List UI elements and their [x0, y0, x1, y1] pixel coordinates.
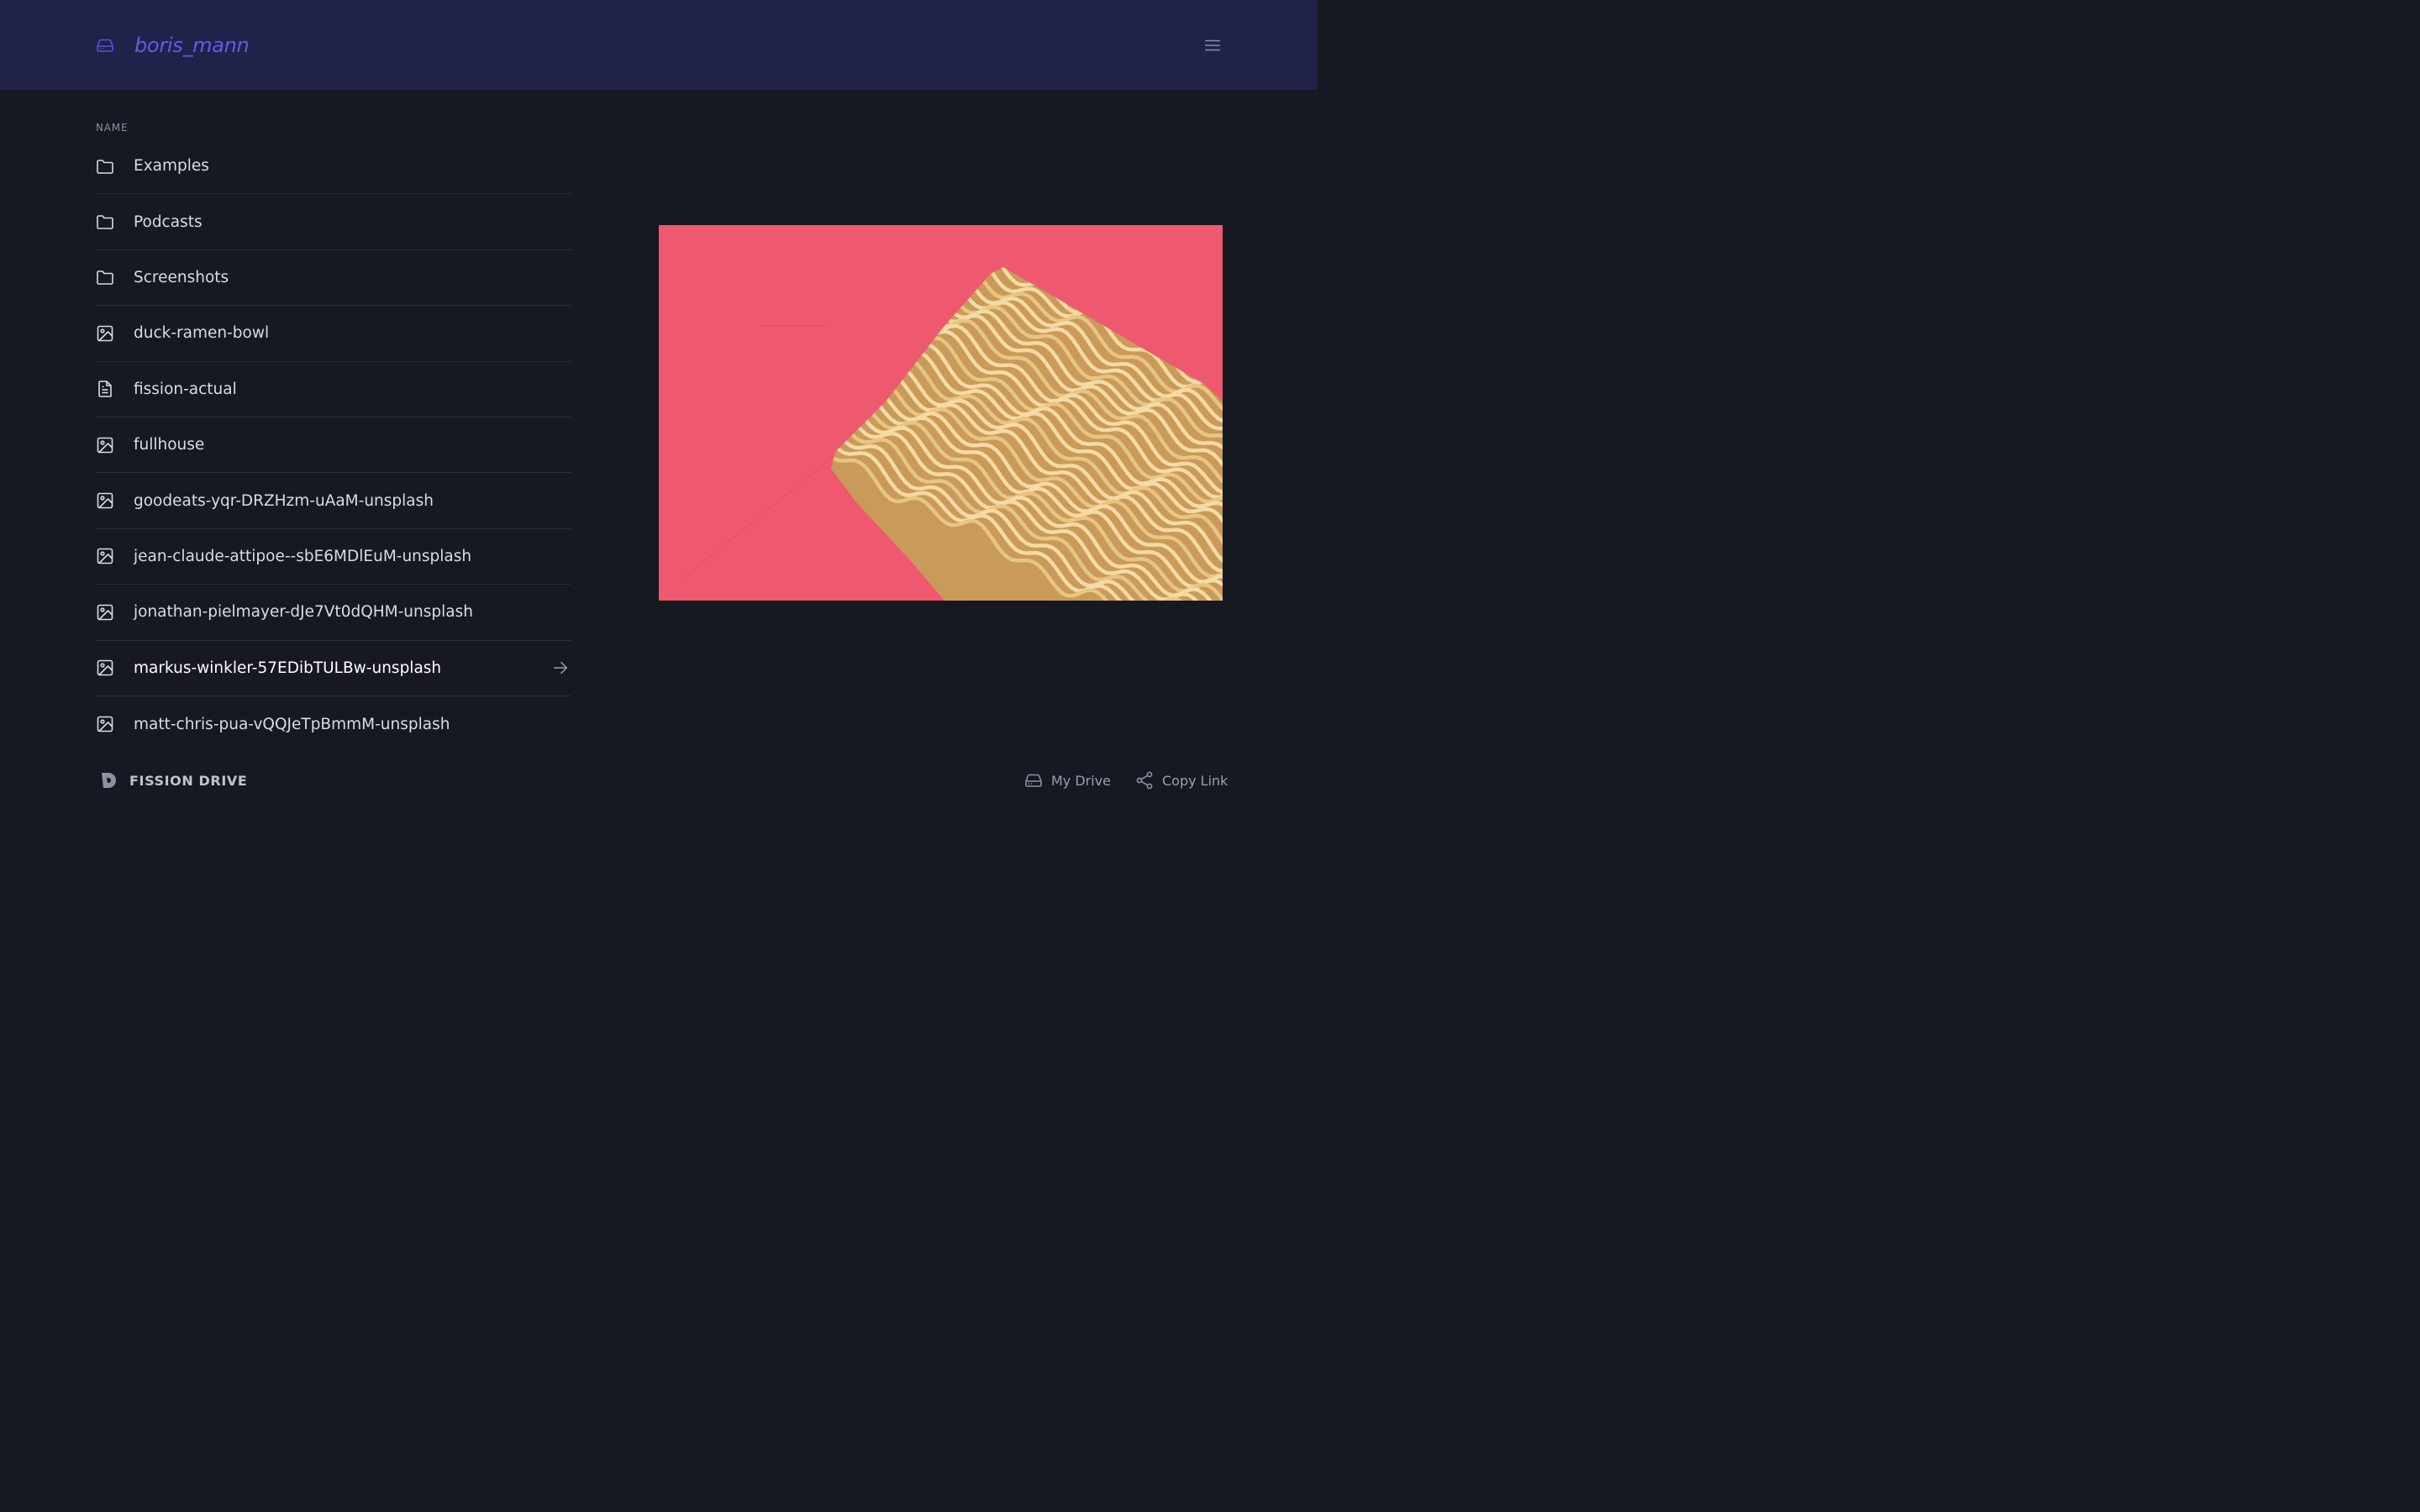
file-row[interactable]: jean-claude-attipoe--sbE6MDlEuM-unsplash: [95, 529, 571, 585]
image-icon: [95, 491, 115, 511]
image-icon: [95, 714, 115, 734]
copy-link-button[interactable]: Copy Link: [1134, 769, 1228, 791]
file-name-label: jonathan-pielmayer-dJe7Vt0dQHM-unsplash: [134, 603, 473, 622]
file-row[interactable]: jonathan-pielmayer-dJe7Vt0dQHM-unsplash: [95, 585, 571, 641]
folder-icon: [95, 267, 115, 287]
image-icon: [95, 602, 115, 622]
file-row[interactable]: fullhouse: [95, 417, 571, 474]
image-icon: [95, 435, 115, 455]
file-row[interactable]: duck-ramen-bowl: [95, 306, 571, 362]
file-name-label: fullhouse: [134, 436, 205, 454]
file-row[interactable]: fission-actual: [95, 362, 571, 417]
file-name-label: fission-actual: [134, 380, 237, 398]
file-name-label: goodeats-yqr-DRZHzm-uAaM-unsplash: [134, 491, 434, 510]
drive-icon: [95, 35, 115, 55]
hamburger-menu-icon[interactable]: [1202, 34, 1223, 56]
file-name-label: jean-claude-attipoe--sbE6MDlEuM-unsplash: [134, 547, 472, 565]
image-preview: [659, 225, 1223, 601]
image-icon: [95, 323, 115, 344]
file-name-label: matt-chris-pua-vQQJeTpBmmM-unsplash: [134, 715, 450, 733]
file-row[interactable]: markus-winkler-57EDibTULBw-unsplash: [95, 641, 571, 696]
name-column-header[interactable]: NAME: [96, 122, 128, 134]
image-icon: [95, 546, 115, 566]
top-bar: boris_mann: [0, 0, 1318, 90]
image-icon: [95, 658, 115, 678]
fission-drive-brand: FISSION DRIVE: [98, 769, 247, 791]
copy-link-label: Copy Link: [1162, 772, 1228, 789]
file-list: Examples Podcasts Screenshots duck-ramen-bo…: [95, 139, 571, 752]
fission-drive-label: FISSION DRIVE: [129, 772, 248, 789]
file-name-label: duck-ramen-bowl: [134, 324, 270, 343]
file-name-label: Podcasts: [134, 213, 203, 231]
my-drive-label: My Drive: [1051, 772, 1112, 789]
folder-icon: [95, 156, 115, 176]
file-name-label: markus-winkler-57EDibTULBw-unsplash: [134, 659, 442, 677]
file-name-label: Screenshots: [134, 268, 229, 286]
folder-row[interactable]: Examples: [95, 139, 571, 195]
arrow-right-icon[interactable]: [551, 659, 570, 677]
document-icon: [95, 379, 115, 399]
file-preview-panel: [659, 119, 1223, 707]
file-name-label: Examples: [134, 157, 209, 176]
fission-logo-icon: [98, 770, 118, 790]
file-row[interactable]: goodeats-yqr-DRZHzm-uAaM-unsplash: [95, 473, 571, 529]
folder-row[interactable]: Podcasts: [95, 194, 571, 250]
my-drive-link[interactable]: My Drive: [1023, 769, 1111, 791]
file-row[interactable]: matt-chris-pua-vQQJeTpBmmM-unsplash: [95, 696, 571, 752]
folder-row[interactable]: Screenshots: [95, 250, 571, 307]
drive-icon: [1025, 774, 1042, 787]
folder-icon: [95, 212, 115, 232]
username-label: boris_mann: [134, 34, 250, 57]
share-icon: [1136, 771, 1153, 790]
drive-home-link[interactable]: boris_mann: [95, 32, 250, 59]
